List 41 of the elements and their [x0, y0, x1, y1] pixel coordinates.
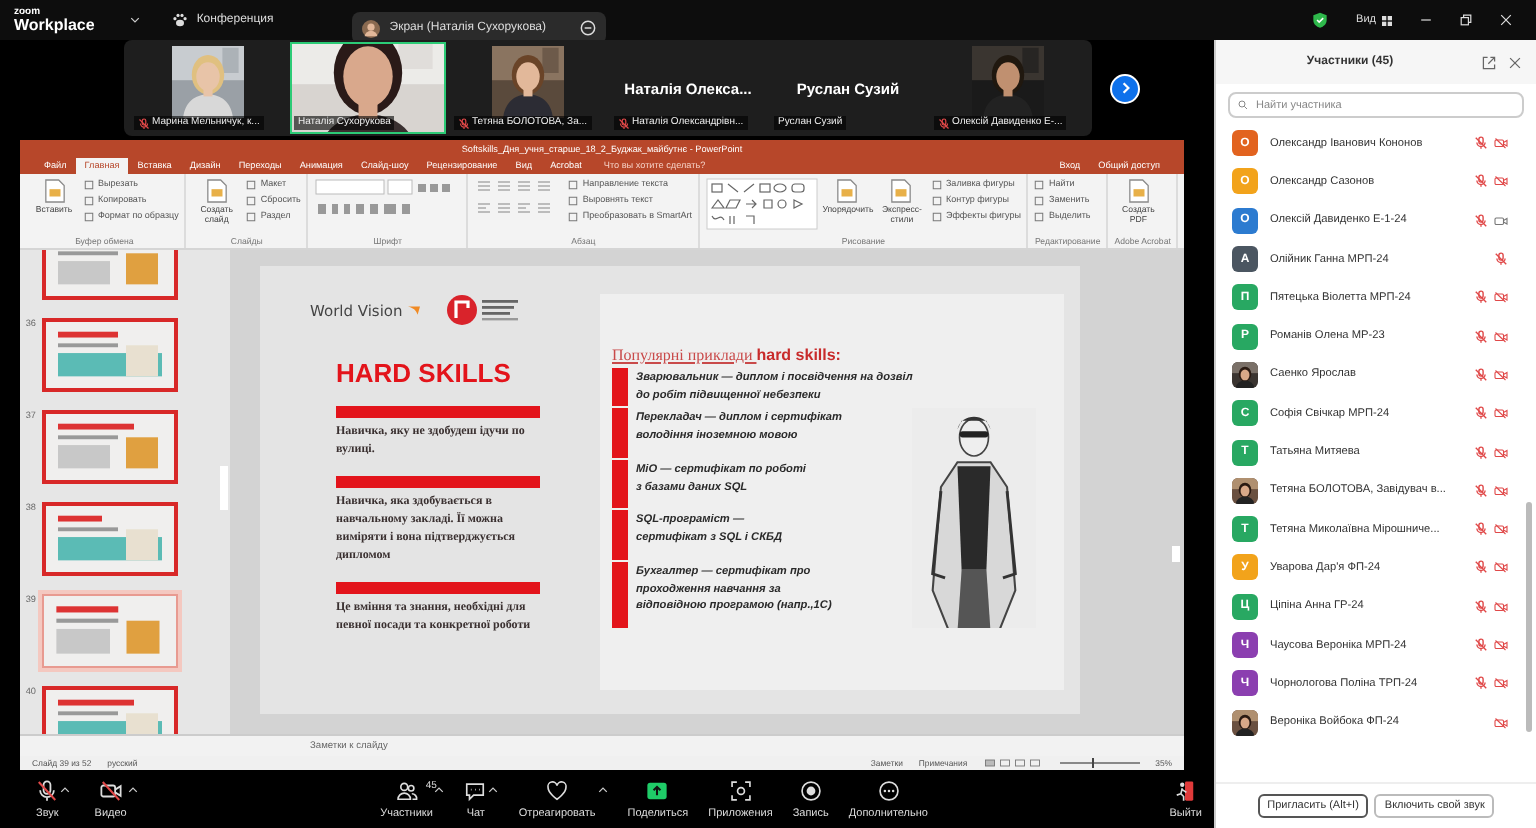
caret-icon[interactable]: [434, 785, 445, 793]
minus-circle-icon[interactable]: [580, 20, 597, 36]
examples-heading: Популярні приклади hard skills:: [612, 346, 843, 364]
more-icon: [877, 779, 900, 801]
apps-icon: [729, 779, 752, 801]
slide-thumbnail[interactable]: [42, 409, 178, 483]
thumbnail-drawing: [46, 321, 174, 387]
grid-icon: [1382, 15, 1392, 25]
share-screen-icon: [646, 779, 669, 801]
caret-icon[interactable]: [597, 785, 608, 793]
thumbnail-drawing: [44, 595, 176, 665]
restore-icon[interactable]: [1460, 14, 1472, 26]
slide-thumbnail[interactable]: [42, 593, 178, 667]
pop-out-icon[interactable]: [1482, 55, 1496, 69]
scrollbar-thumb[interactable]: [1526, 502, 1532, 732]
scrollbar-thumb[interactable]: [1172, 546, 1180, 562]
chevron-right-icon: [1117, 80, 1133, 96]
avatar-icon: [361, 19, 380, 37]
caret-icon[interactable]: [60, 785, 71, 793]
slide-thumbnail[interactable]: [42, 317, 178, 391]
minimize-icon[interactable]: [1420, 14, 1432, 26]
caret-icon[interactable]: [128, 785, 139, 793]
thumbnail-drawing: [46, 413, 174, 479]
logo-product: Workplace: [14, 17, 95, 33]
search-icon: [1238, 100, 1248, 110]
record-icon: [799, 779, 822, 801]
next-page-button[interactable]: [1110, 73, 1140, 103]
slide-thumbnail[interactable]: [42, 501, 178, 575]
caret-icon[interactable]: [130, 16, 141, 24]
paw-icon: [172, 12, 189, 28]
view-buttons-drawing[interactable]: [983, 758, 1044, 768]
slide-title: HARD SKILLS: [336, 358, 513, 388]
heart-icon: [546, 779, 569, 801]
swoosh-icon: [406, 304, 423, 316]
caret-icon[interactable]: [488, 785, 499, 793]
shield-icon[interactable]: [1312, 12, 1329, 28]
leave-icon: [1174, 779, 1197, 801]
people-icon: [395, 779, 418, 801]
thumbnail-drawing: [46, 505, 174, 571]
chat-icon: [464, 779, 487, 801]
shapes-gallery-drawing[interactable]: [705, 178, 818, 230]
